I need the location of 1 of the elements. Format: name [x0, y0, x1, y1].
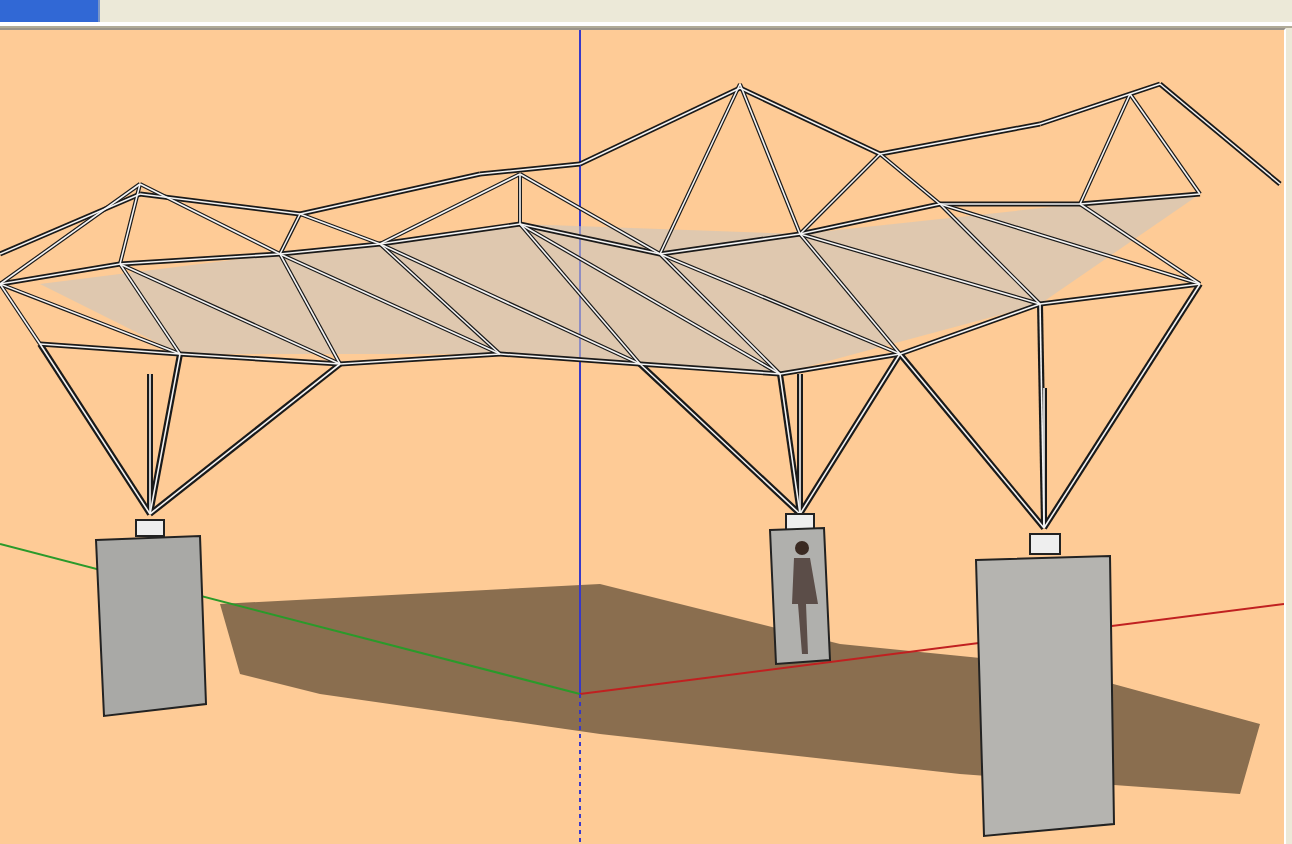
person-silhouette: [792, 541, 818, 654]
